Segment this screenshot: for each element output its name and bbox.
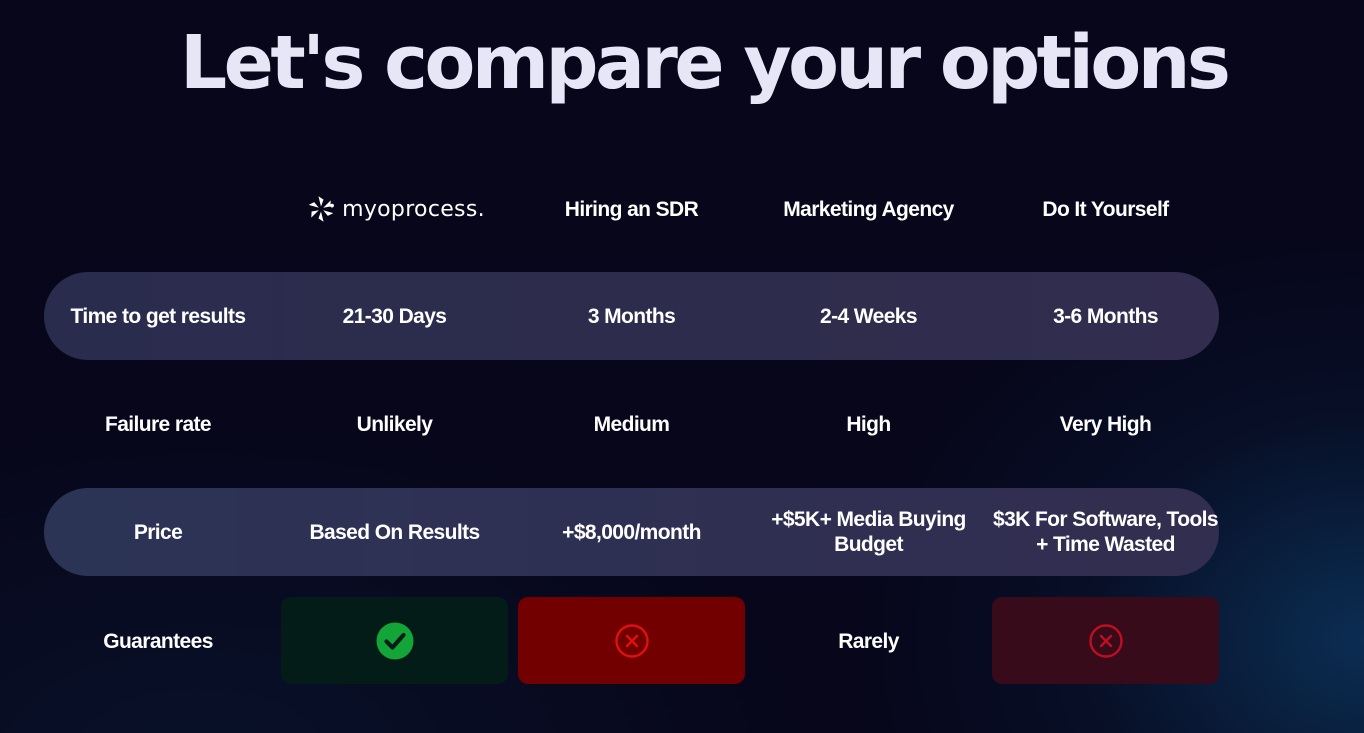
column-header-agency: Marketing Agency [783, 197, 954, 221]
row-time-to-results: Time to get results 21-30 Days 3 Months … [44, 272, 1219, 360]
cell-value: 21-30 Days [342, 304, 447, 328]
cell-value: 2-4 Weeks [820, 304, 918, 328]
check-icon [376, 622, 413, 659]
guarantee-no-badge [518, 597, 745, 684]
x-circle-icon [614, 623, 649, 658]
x-circle-icon [1088, 623, 1123, 658]
cell-value: High [846, 412, 891, 436]
row-price: Price Based On Results +$8,000/month +$5… [44, 488, 1219, 576]
row-label: Guarantees [103, 629, 213, 653]
brand-name: myoprocess. [342, 196, 485, 222]
brand-logo: myoprocess. [304, 192, 485, 226]
comparison-table: myoprocess. Hiring an SDR Marketing Agen… [44, 166, 1219, 685]
row-label: Price [133, 520, 183, 544]
guarantee-no-badge [992, 597, 1219, 684]
row-guarantees: Guarantees Rarely [44, 597, 1219, 685]
row-label: Failure rate [104, 412, 212, 436]
cell-value: $3K For Software, Tools + Time Wasted [992, 508, 1219, 556]
cell-value: +$8,000/month [562, 520, 701, 544]
cell-value: 3-6 Months [1053, 304, 1158, 328]
cell-value: Based On Results [309, 520, 480, 544]
row-failure-rate: Failure rate Unlikely Medium High Very H… [44, 360, 1219, 488]
guarantee-yes-badge [281, 597, 508, 684]
header-row: myoprocess. Hiring an SDR Marketing Agen… [44, 166, 1219, 252]
page-title: Let's compare your options [180, 20, 1231, 106]
row-label: Time to get results [70, 304, 247, 328]
myoprocess-logo-icon [308, 196, 335, 222]
cell-value: Very High [1059, 412, 1152, 436]
cell-value: Unlikely [356, 412, 433, 436]
brand-header: myoprocess. [281, 166, 508, 252]
cell-value: +$5K+ Media Buying Budget [771, 508, 966, 556]
cell-value: Medium [593, 412, 670, 436]
cell-value: Rarely [838, 629, 899, 653]
header-empty-cell [44, 166, 272, 252]
column-header-diy: Do It Yourself [1042, 197, 1169, 221]
column-header-sdr: Hiring an SDR [564, 197, 699, 221]
cell-value: 3 Months [587, 304, 676, 328]
